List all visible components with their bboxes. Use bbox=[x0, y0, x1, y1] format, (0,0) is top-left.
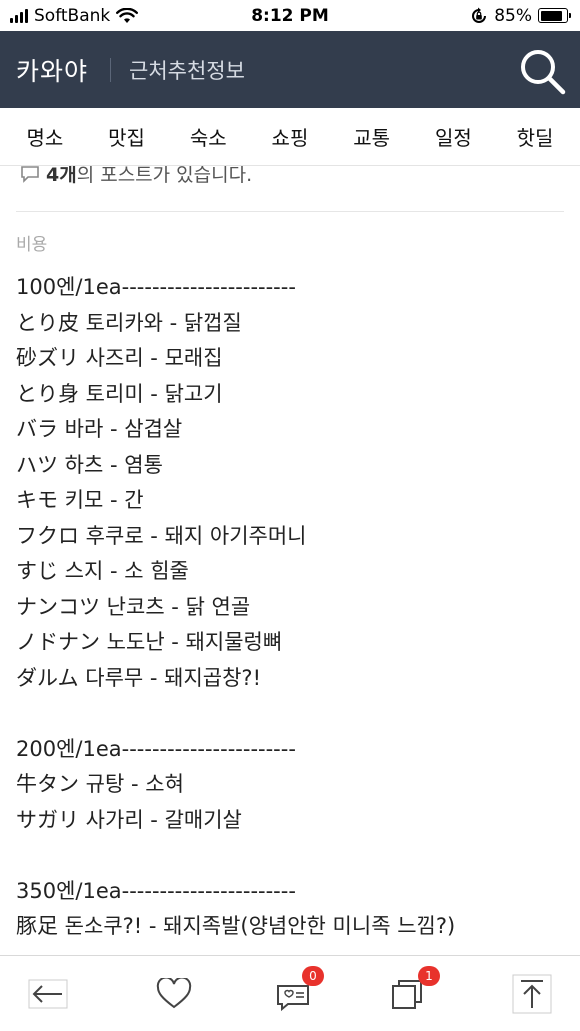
nav-item-hotdeal[interactable]: 핫딜 bbox=[511, 122, 560, 151]
price-line: ナンコツ 난코츠 - 닭 연골 bbox=[16, 594, 251, 619]
header-subtitle: 근처추천정보 bbox=[129, 58, 245, 83]
price-line: 200엔/1ea----------------------- bbox=[16, 736, 296, 761]
price-line: 350엔/1ea----------------------- bbox=[16, 878, 296, 903]
back-button[interactable] bbox=[8, 956, 88, 1031]
search-icon bbox=[521, 50, 566, 95]
price-line: 砂ズリ 사즈리 - 모래집 bbox=[16, 346, 223, 370]
heart-icon bbox=[156, 978, 192, 1009]
nav-item-transport[interactable]: 교통 bbox=[347, 122, 396, 151]
nav-item-sights[interactable]: 명소 bbox=[20, 122, 69, 151]
brand-logo[interactable]: 카와야 bbox=[16, 52, 88, 88]
price-line: すじ 스지 - 소 힘줄 bbox=[16, 559, 189, 583]
price-line bbox=[16, 838, 576, 874]
status-bar: SoftBank 8:12 PM 85% bbox=[0, 0, 580, 31]
price-line: サガリ 사가리 - 갈매기살 bbox=[16, 807, 242, 832]
comment-icon bbox=[21, 166, 39, 183]
comments-button[interactable]: 0 bbox=[254, 956, 334, 1031]
section-label: 비용 bbox=[16, 235, 48, 255]
post-count-text: 의 포스트가 있습니다. bbox=[76, 166, 253, 186]
price-line: バラ 바라 - 삼겹살 bbox=[16, 417, 183, 441]
price-line: とり皮 토리카와 - 닭껍질 bbox=[16, 310, 242, 335]
status-right: 85% bbox=[470, 0, 571, 31]
search-button[interactable] bbox=[518, 47, 566, 95]
scroll-top-icon bbox=[512, 974, 552, 1014]
battery-percent: 85% bbox=[494, 5, 532, 26]
price-line: 豚足 돈소쿠?! - 돼지족발(양념안한 미니족 느낌?) bbox=[16, 914, 456, 938]
price-line: 牛タン 규탕 - 소혀 bbox=[16, 772, 184, 796]
battery-icon bbox=[538, 8, 571, 23]
post-count-number: 4개 bbox=[46, 166, 77, 186]
app-header: 카와야 근처추천정보 bbox=[0, 31, 580, 108]
orientation-lock-icon bbox=[472, 7, 487, 23]
price-line bbox=[16, 696, 576, 732]
arrow-left-icon bbox=[28, 979, 68, 1009]
post-content[interactable]: 4개의 포스트가 있습니다. 비용 100엔/1ea--------------… bbox=[0, 166, 580, 955]
price-line: ハツ 하츠 - 염통 bbox=[16, 452, 163, 477]
content-divider bbox=[16, 211, 564, 212]
nav-item-schedule[interactable]: 일정 bbox=[429, 122, 478, 151]
like-button[interactable] bbox=[134, 956, 214, 1031]
price-line: とり身 토리미 - 닭고기 bbox=[16, 381, 223, 406]
bottom-toolbar: 0 1 bbox=[0, 955, 580, 1031]
scroll-top-button[interactable] bbox=[492, 956, 572, 1031]
price-line: ダルム 다루무 - 돼지곱창?! bbox=[16, 665, 261, 690]
header-divider bbox=[110, 57, 112, 82]
tabs-badge: 1 bbox=[418, 966, 440, 986]
tabs-button[interactable]: 1 bbox=[368, 956, 448, 1031]
price-line: ノドナン 노도난 - 돼지물렁뼈 bbox=[16, 630, 283, 654]
category-nav: 명소 맛집 숙소 쇼핑 교통 일정 핫딜 bbox=[0, 108, 580, 166]
price-line: フクロ 후쿠로 - 돼지 아기주머니 bbox=[16, 523, 307, 548]
price-line: 100엔/1ea----------------------- bbox=[16, 275, 296, 299]
nav-item-shopping[interactable]: 쇼핑 bbox=[266, 122, 315, 151]
price-list: 100엔/1ea----------------------- とり皮 토리카와… bbox=[16, 270, 576, 945]
price-line: キモ 키모 - 간 bbox=[16, 488, 144, 512]
comments-badge: 0 bbox=[302, 966, 324, 986]
post-count: 4개의 포스트가 있습니다. bbox=[20, 166, 252, 187]
nav-item-restaurants[interactable]: 맛집 bbox=[102, 122, 151, 151]
nav-item-lodging[interactable]: 숙소 bbox=[184, 122, 233, 151]
